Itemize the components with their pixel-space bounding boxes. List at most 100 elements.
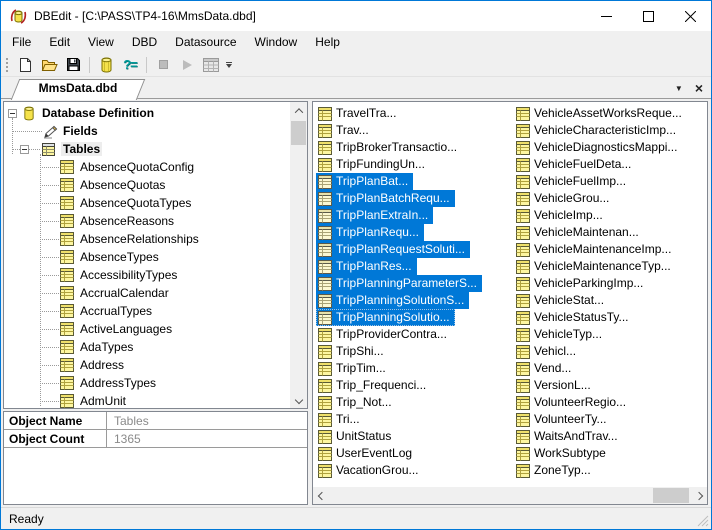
close-button[interactable]	[669, 1, 711, 31]
list-item-waitsandtrav[interactable]: WaitsAndTrav...	[514, 428, 623, 445]
list-item-worksubtype[interactable]: WorkSubtype	[514, 445, 611, 462]
new-document-button[interactable]	[13, 54, 37, 76]
list-item-tripplanningsolutions[interactable]: TripPlanningSolutionS...	[316, 292, 470, 309]
list-item-tripbrokertransactio[interactable]: TripBrokerTransactio...	[316, 139, 462, 156]
list-item-unitstatus[interactable]: UnitStatus	[316, 428, 396, 445]
tree-item-fields[interactable]: Fields	[4, 122, 290, 140]
list-item-tripprovidercontra[interactable]: TripProviderContra...	[316, 326, 452, 343]
list-item-tripplanrequestsoluti[interactable]: TripPlanRequestSoluti...	[316, 241, 470, 258]
help-database-button[interactable]: ?=	[118, 54, 142, 76]
tree-item-absencequotatypes[interactable]: AbsenceQuotaTypes	[4, 194, 290, 212]
open-file-button[interactable]	[37, 54, 61, 76]
table-icon	[59, 231, 75, 247]
list-item-vehiclefuelimp[interactable]: VehicleFuelImp...	[514, 173, 631, 190]
maximize-button[interactable]	[627, 1, 669, 31]
property-value[interactable]: Tables	[107, 412, 307, 429]
scrollbar-thumb[interactable]	[291, 121, 306, 145]
tree-item-database-definition[interactable]: Database Definition	[4, 104, 290, 122]
list-item-vehicleassetworksreque[interactable]: VehicleAssetWorksReque...	[514, 105, 687, 122]
list-item-vehiclefueldeta[interactable]: VehicleFuelDeta...	[514, 156, 636, 173]
tree-item-adatypes[interactable]: AdaTypes	[4, 338, 290, 356]
list-item-vacationgrou[interactable]: VacationGrou...	[316, 462, 424, 479]
list-item-vehiclemaintenan[interactable]: VehicleMaintenan...	[514, 224, 644, 241]
list-item-vehicl[interactable]: Vehicl...	[514, 343, 581, 360]
list-item-vehiclemaintenancetyp[interactable]: VehicleMaintenanceTyp...	[514, 258, 676, 275]
list-item-tripplanningsolutio[interactable]: TripPlanningSolutio...	[316, 309, 455, 326]
list-item-vend[interactable]: Vend...	[514, 360, 576, 377]
collapse-icon[interactable]	[20, 144, 29, 154]
list-item-versionl[interactable]: VersionL...	[514, 377, 596, 394]
tree-item-admunit[interactable]: AdmUnit	[4, 392, 290, 408]
tree-item-absencereasons[interactable]: AbsenceReasons	[4, 212, 290, 230]
menu-edit[interactable]: Edit	[40, 31, 79, 53]
list-item-vehiclestat[interactable]: VehicleStat...	[514, 292, 609, 309]
list-item-tri[interactable]: Tri...	[316, 411, 365, 428]
tree-item-absencequotas[interactable]: AbsenceQuotas	[4, 176, 290, 194]
minimize-button[interactable]	[585, 1, 627, 31]
scrollbar-thumb[interactable]	[653, 488, 689, 503]
tree-item-absencequotaconfig[interactable]: AbsenceQuotaConfig	[4, 158, 290, 176]
menu-dbd[interactable]: DBD	[123, 31, 166, 53]
stop-button[interactable]	[151, 54, 175, 76]
list-item-vehicleparkingimp[interactable]: VehicleParkingImp...	[514, 275, 648, 292]
tree-item-accrualtypes[interactable]: AccrualTypes	[4, 302, 290, 320]
list-item-tripplanbatchrequ[interactable]: TripPlanBatchRequ...	[316, 190, 455, 207]
list-item-trip-not[interactable]: Trip_Not...	[316, 394, 397, 411]
list-item-triptim[interactable]: TripTim...	[316, 360, 391, 377]
list-item-tripfundingun[interactable]: TripFundingUn...	[316, 156, 430, 173]
list-item-tripshi[interactable]: TripShi...	[316, 343, 389, 360]
tree-item-accrualcalendar[interactable]: AccrualCalendar	[4, 284, 290, 302]
menu-file[interactable]: File	[3, 31, 40, 53]
list-item-trip-frequenci[interactable]: Trip_Frequenci...	[316, 377, 431, 394]
resize-grip[interactable]	[696, 514, 709, 530]
tab-mmsdata[interactable]: MmsData.dbd	[10, 79, 146, 100]
list-item-vehiclegrou[interactable]: VehicleGrou...	[514, 190, 614, 207]
tree-item-addresstypes[interactable]: AddressTypes	[4, 374, 290, 392]
menu-datasource[interactable]: Datasource	[166, 31, 245, 53]
horizontal-scrollbar[interactable]	[313, 487, 707, 504]
tab-dropdown-icon[interactable]: ▼	[675, 84, 683, 93]
title-bar[interactable]: DBEdit - [C:\PASS\TP4-16\MmsData.dbd]	[1, 1, 711, 31]
menu-window[interactable]: Window	[246, 31, 307, 53]
toolbar-grip[interactable]	[5, 56, 10, 73]
run-button[interactable]	[175, 54, 199, 76]
list-item-vehiclestatusty[interactable]: VehicleStatusTy...	[514, 309, 634, 326]
toolbar-overflow-button[interactable]	[223, 54, 235, 76]
scroll-up-button[interactable]	[290, 102, 307, 119]
property-value[interactable]: 1365	[107, 430, 307, 447]
list-item-vehiclemaintenanceimp[interactable]: VehicleMaintenanceImp...	[514, 241, 676, 258]
list-item-traveltra[interactable]: TravelTra...	[316, 105, 401, 122]
list-item-trav[interactable]: Trav...	[316, 122, 374, 139]
scroll-left-button[interactable]	[313, 487, 330, 504]
tree-item-tables[interactable]: Tables	[4, 140, 290, 158]
table-view-button[interactable]	[199, 54, 223, 76]
list-item-vehicleimp[interactable]: VehicleImp...	[514, 207, 608, 224]
tree-item-absencetypes[interactable]: AbsenceTypes	[4, 248, 290, 266]
list-item-tripplanbat[interactable]: TripPlanBat...	[316, 173, 414, 190]
list-item-volunteerregio[interactable]: VolunteerRegio...	[514, 394, 631, 411]
list-item-usereventlog[interactable]: UserEventLog	[316, 445, 417, 462]
tree-item-address[interactable]: Address	[4, 356, 290, 374]
tab-close-icon[interactable]: ×	[695, 81, 703, 95]
tree-item-activelanguages[interactable]: ActiveLanguages	[4, 320, 290, 338]
menu-help[interactable]: Help	[306, 31, 349, 53]
list-item-volunteerty[interactable]: VolunteerTy...	[514, 411, 612, 428]
list-item-vehicletyp[interactable]: VehicleTyp...	[514, 326, 607, 343]
scroll-down-button[interactable]	[290, 391, 307, 408]
tree-item-absencerelationships[interactable]: AbsenceRelationships	[4, 230, 290, 248]
list-item-tripplanextrain[interactable]: TripPlanExtraIn...	[316, 207, 434, 224]
list-item-tripplanres[interactable]: TripPlanRes...	[316, 258, 417, 275]
list-item-vehiclediagnosticsmappi[interactable]: VehicleDiagnosticsMappi...	[514, 139, 682, 156]
list-item-label: ZoneTyp...	[534, 463, 591, 477]
scroll-right-button[interactable]	[690, 487, 707, 504]
database-button[interactable]	[94, 54, 118, 76]
list-item-tripplanningparameters[interactable]: TripPlanningParameterS...	[316, 275, 482, 292]
collapse-icon[interactable]	[8, 108, 17, 118]
list-item-zonetyp[interactable]: ZoneTyp...	[514, 462, 596, 479]
list-item-tripplanrequ[interactable]: TripPlanRequ...	[316, 224, 424, 241]
tree-vertical-scrollbar[interactable]	[290, 102, 307, 408]
list-item-vehiclecharacteristicimp[interactable]: VehicleCharacteristicImp...	[514, 122, 681, 139]
tree-item-accessibilitytypes[interactable]: AccessibilityTypes	[4, 266, 290, 284]
menu-view[interactable]: View	[79, 31, 123, 53]
save-button[interactable]	[61, 54, 85, 76]
